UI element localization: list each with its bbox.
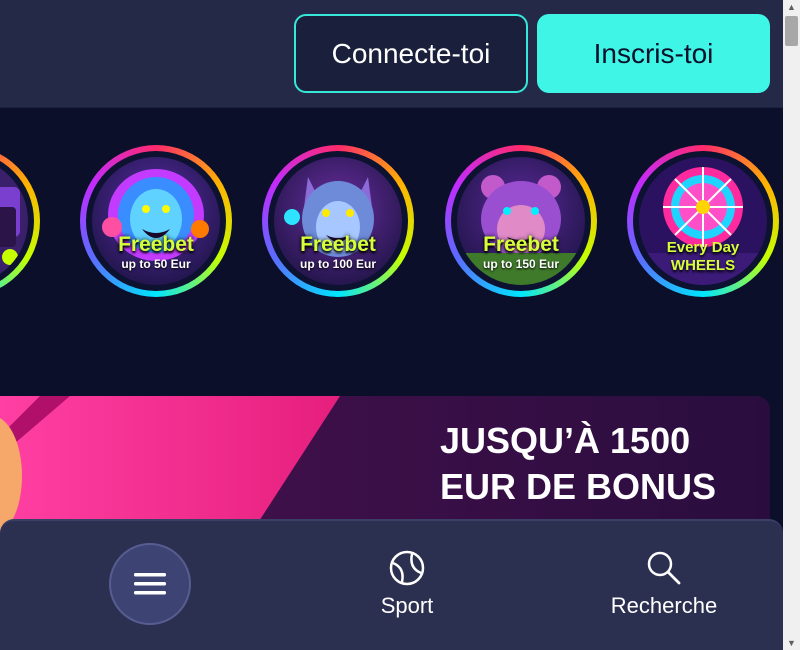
scroll-down-arrow-icon[interactable]: ▼ xyxy=(783,636,800,650)
promo-item-freebet-150[interactable]: Freebet up to 150 Eur xyxy=(445,145,597,297)
promo-frame xyxy=(0,151,34,291)
promo-title: Freebet xyxy=(118,233,194,256)
promo-art: Freebet up to 50 Eur xyxy=(92,157,220,285)
promo-subtitle: up to 100 Eur xyxy=(299,257,376,271)
scroll-up-arrow-icon[interactable]: ▲ xyxy=(783,0,800,14)
promo-item-freebet-100[interactable]: Freebet up to 100 Eur xyxy=(262,145,414,297)
promo-frame: Every Day WHEELS xyxy=(633,151,773,291)
promo-item-partial[interactable] xyxy=(0,145,40,297)
treasure-icon xyxy=(0,157,28,285)
menu-button[interactable] xyxy=(109,543,191,625)
promo-title: Freebet xyxy=(300,233,376,256)
top-header: Connecte-toi Inscris-toi xyxy=(0,0,783,108)
promo-title: Every Day WHEELS xyxy=(639,239,767,275)
nav-item-search[interactable]: Recherche xyxy=(584,549,744,619)
promo-subtitle: up to 50 Eur xyxy=(121,257,191,271)
promo-art: Freebet up to 150 Eur xyxy=(457,157,585,285)
promo-art xyxy=(0,157,28,285)
page-viewport: Connecte-toi Inscris-toi Freebet up to 5… xyxy=(0,0,783,650)
tennis-ball-icon xyxy=(389,550,425,586)
promo-title: Freebet xyxy=(483,233,559,256)
nav-item-label: Sport xyxy=(380,593,434,618)
login-button[interactable]: Connecte-toi xyxy=(294,14,528,93)
promo-frame: Freebet up to 50 Eur xyxy=(86,151,226,291)
bottom-navigation: Sport Recherche xyxy=(0,519,783,650)
banner-line-1: JUSQU’À 1500 xyxy=(440,420,691,461)
banner-line-2: EUR DE BONUS xyxy=(440,466,717,507)
promo-subtitle: up to 150 Eur xyxy=(482,257,559,271)
promo-frame: Freebet up to 100 Eur xyxy=(268,151,408,291)
promo-item-freebet-50[interactable]: Freebet up to 50 Eur xyxy=(80,145,232,297)
nav-item-label: Recherche xyxy=(610,593,718,618)
promo-title-line1: Every Day xyxy=(666,239,740,256)
nav-item-sport[interactable]: Sport xyxy=(327,549,487,619)
vertical-scrollbar[interactable]: ▲ ▼ xyxy=(783,0,800,650)
banner-headline: JUSQU’À 1500 EUR DE BONUS xyxy=(440,418,716,510)
promo-frame: Freebet up to 150 Eur xyxy=(451,151,591,291)
promo-item-every-day-wheels[interactable]: Every Day WHEELS xyxy=(627,145,779,297)
promo-art: Every Day WHEELS xyxy=(639,157,767,285)
promo-title-line2: WHEELS xyxy=(670,257,736,274)
hamburger-icon xyxy=(134,573,166,595)
register-button[interactable]: Inscris-toi xyxy=(537,14,770,93)
search-icon xyxy=(647,551,681,585)
promo-art: Freebet up to 100 Eur xyxy=(274,157,402,285)
scroll-thumb[interactable] xyxy=(785,16,798,46)
promo-carousel[interactable]: Freebet up to 50 Eur Freebet up to 100 E… xyxy=(0,140,783,305)
